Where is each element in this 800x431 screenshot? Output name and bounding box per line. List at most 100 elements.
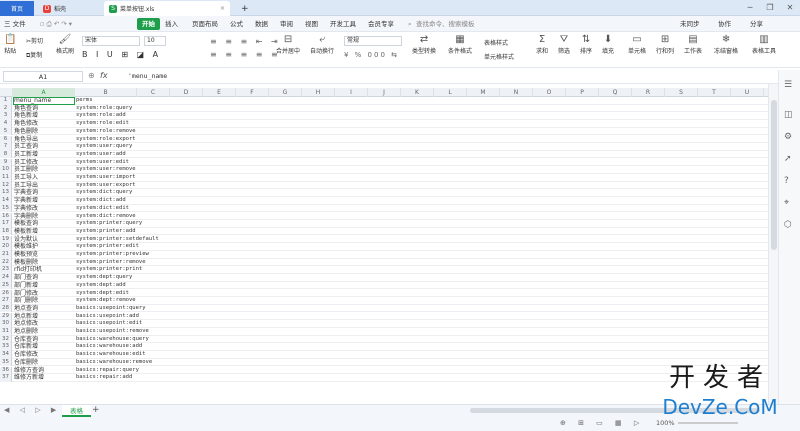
- cell-menu-name[interactable]: 角色新增: [14, 112, 38, 120]
- file-menu[interactable]: 三 文件: [4, 18, 26, 30]
- cell-menu-name[interactable]: 角色导出: [14, 136, 38, 144]
- cell-perms[interactable]: perms: [76, 97, 93, 105]
- shape-icon[interactable]: ⬡: [784, 220, 792, 230]
- wrap-button[interactable]: ⤶ 自动换行: [310, 34, 334, 55]
- cell-menu-name[interactable]: 字典删除: [14, 213, 38, 221]
- cell-menu-name[interactable]: 字典修改: [14, 205, 38, 213]
- column-header-r[interactable]: R: [632, 88, 665, 97]
- cell-perms[interactable]: system:role:query: [76, 105, 132, 113]
- cell-style-button[interactable]: 单元格样式: [484, 52, 514, 61]
- cell-perms[interactable]: system:printer:remove: [76, 259, 146, 267]
- row-number[interactable]: 13: [0, 189, 12, 197]
- row-number[interactable]: 2: [0, 104, 12, 113]
- row-number[interactable]: 14: [0, 197, 12, 205]
- column-header-m[interactable]: M: [467, 88, 500, 97]
- zoom-level[interactable]: 100%: [656, 419, 675, 427]
- cell-perms[interactable]: system:user:query: [76, 143, 132, 151]
- new-tab-button[interactable]: +: [236, 1, 254, 16]
- cell-perms[interactable]: system:user:remove: [76, 166, 136, 174]
- row-number[interactable]: 26: [0, 289, 12, 298]
- column-header-c[interactable]: C: [137, 88, 170, 97]
- cell-menu-name[interactable]: 员工导入: [14, 174, 38, 182]
- filter-button[interactable]: ⛛ 筛选: [558, 34, 570, 55]
- menu-member[interactable]: 会员专享: [368, 18, 394, 30]
- cell-perms[interactable]: basics:usepoint:remove: [76, 328, 149, 336]
- number-format-buttons[interactable]: ¥ % 000 ⇆: [344, 51, 399, 59]
- cell-menu-name[interactable]: 地点删除: [14, 328, 38, 336]
- fill-button[interactable]: ⬇ 填充: [602, 34, 614, 55]
- row-number[interactable]: 6: [0, 135, 12, 144]
- row-number[interactable]: 1: [0, 97, 12, 105]
- menu-formula[interactable]: 公式: [230, 18, 243, 30]
- column-header-j[interactable]: J: [368, 88, 401, 97]
- cell-perms[interactable]: system:dept:edit: [76, 290, 129, 298]
- cell-menu-name[interactable]: 字典查询: [14, 189, 38, 197]
- column-header-p[interactable]: P: [566, 88, 599, 97]
- cell-menu-name[interactable]: 维修方查询: [14, 367, 44, 375]
- tab-docer[interactable]: D 稻壳: [38, 1, 96, 16]
- format-icon[interactable]: ◫: [784, 110, 793, 120]
- menu-review[interactable]: 审阅: [280, 18, 293, 30]
- cell-menu-name[interactable]: 部门新增: [14, 282, 38, 290]
- cell-perms[interactable]: system:printer:print: [76, 266, 142, 274]
- pointer-icon[interactable]: ➚: [784, 154, 792, 164]
- cell-menu-name[interactable]: 模板新增: [14, 228, 38, 236]
- fx-icon[interactable]: fx: [100, 71, 108, 80]
- cell-menu-name[interactable]: rfid打印机: [14, 266, 42, 274]
- copy-button[interactable]: ⧉复制: [26, 50, 42, 60]
- row-number[interactable]: 16: [0, 212, 12, 221]
- row-number[interactable]: 25: [0, 281, 12, 290]
- cell-menu-name[interactable]: 员工新增: [14, 151, 38, 159]
- search-command[interactable]: 查找命令、搜索模板: [416, 18, 475, 30]
- cell-perms[interactable]: basics:usepoint:edit: [76, 320, 142, 328]
- column-header-o[interactable]: O: [533, 88, 566, 97]
- cell-perms[interactable]: basics:usepoint:query: [76, 305, 146, 313]
- tab-document[interactable]: S 菜单按钮.xls ×: [104, 1, 230, 16]
- close-tab-icon[interactable]: ×: [220, 5, 225, 12]
- horizontal-scrollbar[interactable]: [470, 408, 760, 413]
- maximize-icon[interactable]: ❐: [760, 1, 780, 15]
- row-number[interactable]: 15: [0, 204, 12, 213]
- row-number[interactable]: 34: [0, 351, 12, 359]
- cell-menu-name[interactable]: 角色删除: [14, 128, 38, 136]
- cell-perms[interactable]: basics:usepoint:add: [76, 313, 139, 321]
- column-header-g[interactable]: G: [269, 88, 302, 97]
- worksheet-button[interactable]: ▤ 工作表: [684, 34, 702, 55]
- cell-perms[interactable]: system:user:edit: [76, 159, 129, 167]
- row-number[interactable]: 17: [0, 220, 12, 228]
- font-size-select[interactable]: 10: [144, 36, 166, 46]
- cell-menu-name[interactable]: 字典新增: [14, 197, 38, 205]
- zoom-search-icon[interactable]: ⊕: [88, 71, 95, 80]
- cell-menu-name[interactable]: 部门查询: [14, 274, 38, 282]
- cell-menu-name[interactable]: 仓库删除: [14, 359, 38, 367]
- cell-perms[interactable]: system:printer:query: [76, 220, 142, 228]
- column-header-h[interactable]: H: [302, 88, 335, 97]
- cell-menu-name[interactable]: 地点修改: [14, 320, 38, 328]
- tab-home[interactable]: 首页: [0, 1, 34, 16]
- row-number[interactable]: 32: [0, 335, 12, 344]
- menu-insert[interactable]: 插入: [165, 18, 178, 30]
- align-horizontal-buttons[interactable]: ≡ ≡ ≡ ≡ ≡: [210, 50, 281, 59]
- freeze-button[interactable]: ❄ 冻结窗格: [714, 34, 738, 55]
- help-icon[interactable]: ?: [784, 176, 789, 186]
- column-header-e[interactable]: E: [203, 88, 236, 97]
- column-header-s[interactable]: S: [665, 88, 698, 97]
- row-number[interactable]: 9: [0, 158, 12, 167]
- menu-view[interactable]: 视图: [305, 18, 318, 30]
- row-col-button[interactable]: ⊞ 行和列: [656, 34, 674, 55]
- column-header-b[interactable]: B: [75, 88, 137, 97]
- sheet-tab-main[interactable]: 表格: [62, 405, 91, 417]
- cell-perms[interactable]: system:printer:setdefault: [76, 236, 159, 244]
- row-number[interactable]: 35: [0, 358, 12, 367]
- cursor-icon[interactable]: ⌖: [784, 198, 789, 208]
- row-number[interactable]: 22: [0, 258, 12, 267]
- menu-start[interactable]: 开始: [137, 18, 160, 30]
- cell-menu-name[interactable]: 部门修改: [14, 290, 38, 298]
- cell-perms[interactable]: system:role:export: [76, 136, 136, 144]
- menu-data[interactable]: 数据: [255, 18, 268, 30]
- cell-perms[interactable]: system:dept:add: [76, 282, 126, 290]
- cell-perms[interactable]: system:role:remove: [76, 128, 136, 136]
- settings-icon[interactable]: ☰: [784, 80, 792, 90]
- minimize-icon[interactable]: ─: [740, 1, 760, 15]
- cell-menu-name[interactable]: 部门删除: [14, 297, 38, 305]
